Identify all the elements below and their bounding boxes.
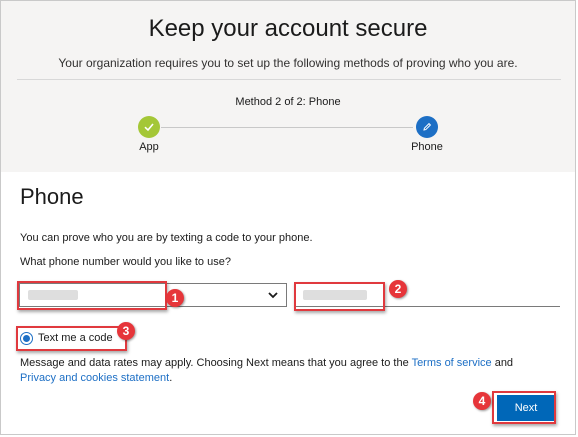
callout-badge-1: 1 xyxy=(166,289,184,307)
callout-badge-2: 2 xyxy=(389,280,407,298)
highlight-box-next-button xyxy=(492,391,556,424)
header-panel: Keep your account secure Your organizati… xyxy=(1,1,575,172)
progress-line xyxy=(161,127,413,128)
header-divider xyxy=(17,79,561,80)
callout-badge-3: 3 xyxy=(117,322,135,340)
pencil-icon xyxy=(423,122,432,131)
step-app-indicator xyxy=(138,116,160,138)
privacy-statement-link[interactable]: Privacy and cookies statement xyxy=(20,372,169,384)
page-subtitle: Your organization requires you to set up… xyxy=(58,56,518,70)
page-title: Keep your account secure xyxy=(148,15,428,42)
phone-question-label: What phone number would you like to use? xyxy=(20,256,231,268)
chevron-down-icon xyxy=(268,292,278,299)
highlight-box-phone-input xyxy=(294,282,385,311)
section-title: Phone xyxy=(20,184,84,209)
terms-of-service-link[interactable]: Terms of service xyxy=(412,357,492,369)
step-app-label: App xyxy=(139,141,159,153)
step-phone-indicator xyxy=(416,116,438,138)
step-phone-label: Phone xyxy=(411,141,443,153)
legal-period: . xyxy=(169,372,173,384)
callout-badge-4: 4 xyxy=(473,392,491,410)
section-description: You can prove who you are by texting a c… xyxy=(20,232,313,244)
step-caption: Method 2 of 2: Phone xyxy=(235,96,341,108)
checkmark-icon xyxy=(144,123,154,132)
legal-and-text: and xyxy=(491,357,514,369)
legal-text: Message and data rates may apply. Choosi… xyxy=(20,357,412,369)
highlight-box-country-select xyxy=(17,281,167,310)
highlight-box-text-me-code xyxy=(16,326,127,351)
legal-notice: Message and data rates may apply. Choosi… xyxy=(20,356,550,386)
